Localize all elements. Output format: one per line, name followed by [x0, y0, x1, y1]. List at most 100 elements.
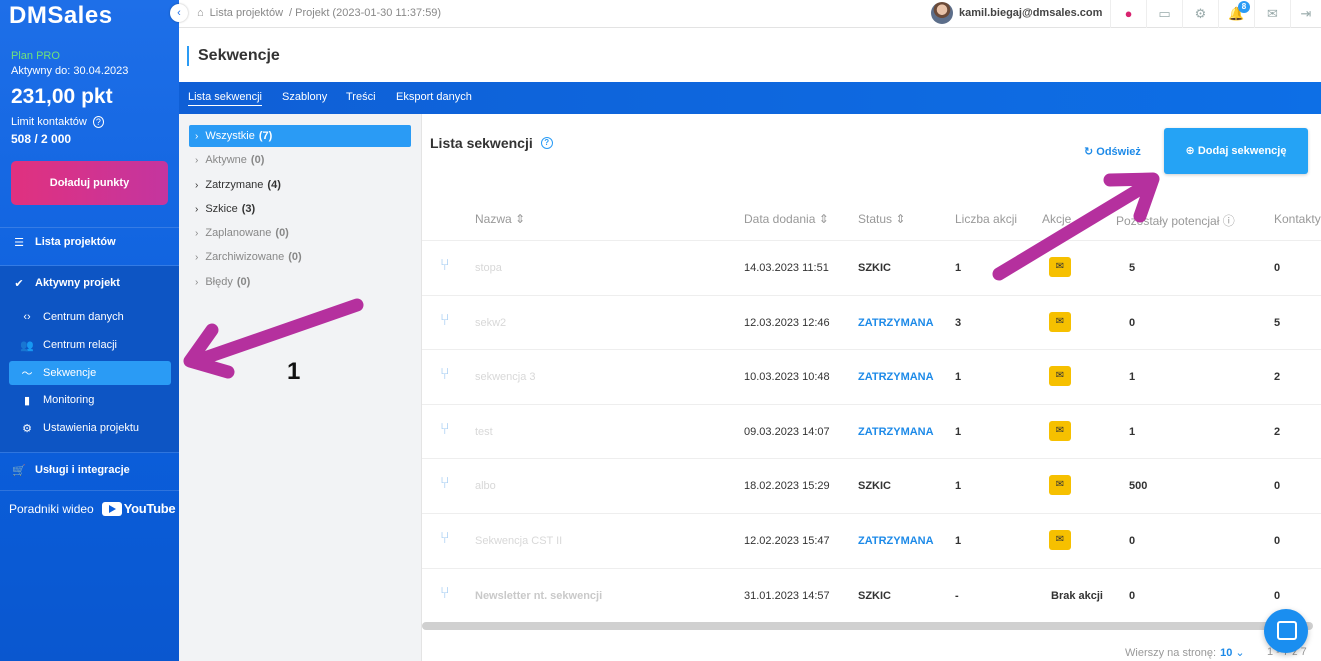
- horizontal-scrollbar[interactable]: [422, 622, 1313, 630]
- card-icon[interactable]: ▭: [1146, 0, 1182, 28]
- video-tutorials[interactable]: Poradniki wideo YouTube: [9, 501, 176, 516]
- chevron-right-icon: ›: [195, 276, 199, 288]
- sidebar-item-label: Sekwencje: [43, 367, 97, 379]
- dmsales-logo[interactable]: DMSales: [9, 2, 113, 30]
- topup-points-button[interactable]: Doładuj punkty: [11, 161, 168, 205]
- breadcrumb: ⌂ Lista projektów / Projekt (2023-01-30 …: [197, 7, 447, 19]
- plus-circle-icon: ⊕: [1185, 145, 1195, 157]
- gear-icon[interactable]: ⚙: [1182, 0, 1218, 28]
- column-header-potential: Pozostały potencjał ⓘ: [1116, 212, 1235, 229]
- remaining-potential: 500: [1129, 480, 1148, 493]
- plan-label: Plan PRO: [11, 50, 60, 62]
- sidebar-item-relations-center[interactable]: 👥 Centrum relacji: [0, 333, 179, 357]
- mail-icon[interactable]: ✉: [1049, 311, 1071, 332]
- sequence-name[interactable]: sekw2: [475, 317, 506, 329]
- sidebar-item-data-center[interactable]: ‹› Centrum danych: [0, 305, 179, 329]
- divider: [0, 490, 179, 491]
- sidebar-item-project-settings[interactable]: ⚙ Ustawienia projektu: [0, 416, 179, 440]
- filter-label: Zarchiwizowane: [205, 251, 285, 263]
- help-icon[interactable]: ?: [92, 116, 104, 128]
- column-header-date[interactable]: Data dodania ⇕: [744, 212, 829, 226]
- gear-icon: ⚙: [22, 422, 32, 435]
- column-header-actions-count: Liczba akcji: [955, 212, 1018, 226]
- filter-count: (0): [275, 227, 289, 239]
- sequence-name[interactable]: stopa: [475, 262, 502, 274]
- youtube-logo[interactable]: YouTube: [101, 501, 176, 516]
- table-row[interactable]: ⑂ sekw2 12.03.2023 12:46 ZATRZYMANA 3 ✉ 0 5: [422, 294, 1321, 349]
- page-header: Sekwencje: [179, 28, 1321, 82]
- branch-icon: ⑂: [440, 257, 450, 274]
- branch-icon: ⑂: [440, 420, 450, 438]
- sidebar-item-label: Ustawienia projektu: [43, 422, 139, 434]
- add-sequence-button[interactable]: ⊕ Dodaj sekwencję: [1164, 128, 1308, 174]
- table-row[interactable]: ⑂ Sekwencja CST II 12.02.2023 15:47 ZATRZYM…: [422, 513, 1321, 567]
- sequence-name[interactable]: albo: [475, 480, 496, 492]
- mail-icon[interactable]: ✉: [1049, 420, 1071, 441]
- help-icon[interactable]: ?: [540, 137, 553, 149]
- column-header-name[interactable]: Nazwa ⇕: [475, 212, 525, 226]
- contacts-limit-text: Limit kontaktów: [11, 116, 87, 128]
- sidebar-item-label: Centrum relacji: [43, 339, 117, 351]
- sidebar-item-project-list[interactable]: ☰ Lista projektów: [0, 230, 179, 254]
- collapse-sidebar-button[interactable]: ‹: [170, 4, 188, 22]
- mail-icon[interactable]: ✉: [1049, 530, 1071, 550]
- table-row[interactable]: ⑂ stopa 14.03.2023 11:51 SZKIC 1 ✉ 5 0: [422, 240, 1321, 294]
- table-row[interactable]: ⑂ Newsletter nt. sekwencji 31.01.2023 14:5…: [422, 567, 1321, 622]
- contacts-count: 0: [1274, 262, 1281, 274]
- sequence-name[interactable]: Newsletter nt. sekwencji: [475, 590, 602, 602]
- mail-icon[interactable]: ✉: [1049, 366, 1071, 387]
- actions-count: 1: [955, 480, 962, 493]
- refresh-button[interactable]: ↻ Odśwież: [1084, 145, 1141, 158]
- check-icon: ✔: [14, 277, 24, 290]
- sequence-name[interactable]: Sekwencja CST II: [475, 535, 562, 547]
- help-icon[interactable]: ⓘ: [1223, 214, 1235, 228]
- filter-stopped[interactable]: › Zatrzymane (4): [189, 174, 411, 196]
- tab-templates[interactable]: Szablony: [282, 91, 327, 103]
- filter-archived[interactable]: › Zarchiwizowane (0): [189, 246, 411, 268]
- table-row[interactable]: ⑂ test 09.03.2023 14:07 ZATRZYMANA 1 ✉ 1 2: [422, 403, 1321, 458]
- sidebar-item-sequences[interactable]: 〜 Sekwencje: [9, 361, 171, 385]
- filter-errors[interactable]: › Błędy (0): [189, 271, 411, 293]
- column-label: Status: [858, 212, 893, 226]
- status-badge: ZATRZYMANA: [858, 316, 934, 329]
- filter-count: (0): [288, 251, 302, 263]
- sidebar-item-active-project[interactable]: ✔ Aktywny projekt: [0, 271, 179, 295]
- sidebar-item-services[interactable]: 🛒 Usługi i integracje: [0, 458, 179, 482]
- logout-icon[interactable]: ⇥: [1290, 0, 1321, 28]
- contacts-count: 5: [1274, 316, 1281, 329]
- help-icon[interactable]: ●: [1110, 0, 1146, 28]
- rows-per-page[interactable]: Wierszy na stronę: 10 ⌄: [1125, 646, 1245, 659]
- column-header-status[interactable]: Status ⇕: [858, 212, 905, 226]
- filter-drafts[interactable]: › Szkice (3): [189, 198, 411, 220]
- tab-sequence-list[interactable]: Lista sekwencji: [188, 91, 262, 106]
- breadcrumb-project[interactable]: / Projekt (2023-01-30 11:37:59): [289, 7, 441, 19]
- sequence-name[interactable]: sekwencja 3: [475, 371, 536, 383]
- date-added: 14.03.2023 11:51: [744, 262, 829, 274]
- tab-data-export[interactable]: Eksport danych: [396, 91, 472, 103]
- bar-chart-icon: ▮: [23, 394, 31, 407]
- breadcrumb-project-list[interactable]: Lista projektów: [210, 7, 283, 19]
- bell-icon[interactable]: 🔔 8: [1218, 0, 1254, 28]
- list-icon: ☰: [14, 236, 24, 249]
- mail-icon[interactable]: ✉: [1049, 475, 1071, 496]
- contacts-count: 0: [1274, 535, 1281, 547]
- filter-active[interactable]: › Aktywne (0): [189, 149, 411, 171]
- mail-icon[interactable]: ✉: [1049, 257, 1071, 277]
- date-added: 31.01.2023 14:57: [744, 589, 830, 602]
- table-row[interactable]: ⑂ albo 18.02.2023 15:29 SZKIC 1 ✉ 500 0: [422, 458, 1321, 512]
- chat-widget-button[interactable]: [1264, 609, 1308, 653]
- filter-scheduled[interactable]: › Zaplanowane (0): [189, 222, 411, 244]
- remaining-potential: 5: [1129, 262, 1136, 274]
- user-menu[interactable]: kamil.biegaj@dmsales.com: [931, 2, 1102, 24]
- topbar: ⌂ Lista projektów / Projekt (2023-01-30 …: [179, 0, 1321, 28]
- table-row[interactable]: ⑂ sekwencja 3 10.03.2023 10:48 ZATRZYMANA 1 ✉…: [422, 349, 1321, 403]
- sequence-name[interactable]: test: [475, 426, 493, 438]
- filter-all[interactable]: › Wszystkie (7): [189, 125, 411, 147]
- home-icon[interactable]: ⌂: [197, 7, 204, 19]
- sidebar-item-monitoring[interactable]: ▮ Monitoring: [0, 388, 179, 412]
- tab-contents[interactable]: Treści: [346, 91, 376, 103]
- filter-label: Błędy: [205, 276, 233, 288]
- mail-icon[interactable]: ✉: [1254, 0, 1290, 28]
- branch-icon: ⑂: [440, 475, 450, 493]
- branch-icon: ⑂: [440, 311, 450, 329]
